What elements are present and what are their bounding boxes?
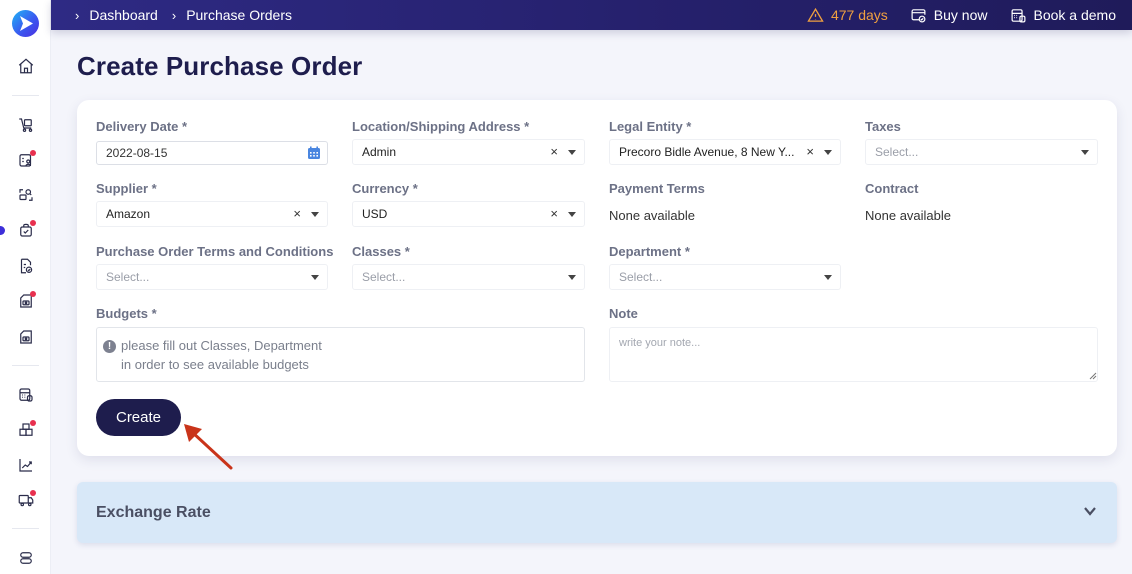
caret-down-icon[interactable]: [311, 212, 319, 217]
supplier-search-icon[interactable]: [15, 184, 37, 206]
location-select[interactable]: Admin ×: [352, 139, 585, 165]
budgets-message-line2: in order to see available budgets: [121, 357, 309, 372]
info-icon: !: [103, 340, 116, 353]
purchase-order-form: Delivery Date * 2022-08-15 Location/Ship…: [77, 100, 1117, 456]
sidebar-divider: [12, 95, 39, 96]
calendar-icon[interactable]: [307, 146, 321, 160]
clear-icon[interactable]: ×: [293, 206, 301, 221]
supplier-value: Amazon: [106, 207, 151, 221]
calendar-demo-icon: [1011, 8, 1025, 22]
settings-toggle-icon[interactable]: [15, 547, 37, 569]
buy-now-label: Buy now: [933, 7, 988, 23]
delivery-date-label: Delivery Date *: [96, 119, 188, 134]
clear-icon[interactable]: ×: [806, 144, 814, 159]
app-logo[interactable]: [12, 10, 39, 37]
taxes-label: Taxes: [865, 119, 901, 134]
sidebar-divider: [12, 528, 39, 529]
exchange-rate-section[interactable]: Exchange Rate: [77, 482, 1117, 543]
taxes-placeholder: Select...: [875, 145, 919, 159]
caret-down-icon[interactable]: [568, 150, 576, 155]
caret-down-icon[interactable]: [824, 150, 832, 155]
cart-icon[interactable]: [15, 114, 37, 136]
legal-entity-value: Precoro Bidle Avenue, 8 New Y...: [619, 145, 795, 159]
budget-calculator-icon[interactable]: [15, 384, 37, 406]
legal-entity-select[interactable]: Precoro Bidle Avenue, 8 New Y... ×: [609, 139, 841, 165]
location-value: Admin: [362, 145, 397, 159]
book-demo-label: Book a demo: [1033, 7, 1117, 23]
notification-dot: [30, 220, 36, 226]
create-button[interactable]: Create: [96, 399, 181, 436]
classes-select[interactable]: Select...: [352, 264, 585, 290]
breadcrumb: › Dashboard › Purchase Orders: [75, 7, 296, 23]
notification-dot: [30, 490, 36, 496]
clear-icon[interactable]: ×: [550, 206, 558, 221]
invoice-icon[interactable]: [15, 290, 37, 312]
budgets-message: please fill out Classes, Department in o…: [121, 336, 322, 374]
taxes-select[interactable]: Select...: [865, 139, 1098, 165]
topbar: › Dashboard › Purchase Orders 477 days B…: [51, 0, 1132, 30]
currency-value: USD: [362, 207, 388, 221]
budgets-field: ! please fill out Classes, Department in…: [96, 327, 585, 382]
classes-label: Classes *: [352, 244, 410, 259]
trial-days-indicator[interactable]: 477 days: [807, 7, 888, 24]
caret-down-icon[interactable]: [824, 275, 832, 280]
home-icon[interactable]: [15, 55, 37, 77]
contract-label: Contract: [865, 181, 919, 196]
terms-placeholder: Select...: [106, 270, 150, 284]
receipt-check-icon[interactable]: [15, 255, 37, 277]
book-demo-button[interactable]: Book a demo: [1010, 7, 1117, 24]
page-title: Create Purchase Order: [77, 51, 363, 81]
payments-icon[interactable]: [15, 326, 37, 348]
notification-dot: [30, 420, 36, 426]
analytics-chart-icon[interactable]: [15, 454, 37, 476]
notification-dot: [30, 291, 36, 297]
caret-down-icon[interactable]: [311, 275, 319, 280]
department-label: Department *: [609, 244, 690, 259]
delivery-date-value: 2022-08-15: [106, 146, 168, 160]
chevron-down-icon[interactable]: [1083, 504, 1097, 518]
delivery-date-input[interactable]: 2022-08-15: [96, 141, 328, 165]
supplier-label: Supplier *: [96, 181, 157, 196]
classes-placeholder: Select...: [362, 270, 406, 284]
trial-days-text: 477 days: [830, 7, 888, 23]
chevron-right-icon: ›: [171, 7, 177, 23]
delivery-truck-icon[interactable]: [15, 489, 37, 511]
caret-down-icon[interactable]: [568, 212, 576, 217]
breadcrumb-dashboard[interactable]: Dashboard: [89, 7, 158, 23]
currency-select[interactable]: USD ×: [352, 201, 585, 227]
resize-handle-icon[interactable]: [1089, 372, 1097, 380]
warning-icon: [807, 7, 824, 22]
legal-entity-label: Legal Entity *: [609, 119, 692, 134]
department-placeholder: Select...: [619, 270, 663, 284]
breadcrumb-purchase-orders[interactable]: Purchase Orders: [186, 7, 292, 23]
sidebar-divider: [12, 365, 39, 366]
exchange-rate-title: Exchange Rate: [96, 503, 211, 521]
payment-terms-label: Payment Terms: [609, 181, 705, 196]
purchase-orders-icon[interactable]: [15, 219, 37, 241]
caret-down-icon[interactable]: [568, 275, 576, 280]
contract-value: None available: [865, 208, 952, 223]
card-check-icon: [911, 8, 926, 22]
terms-label: Purchase Order Terms and Conditions: [96, 244, 334, 259]
clear-icon[interactable]: ×: [550, 144, 558, 159]
inventory-boxes-icon[interactable]: [15, 419, 37, 441]
payment-terms-value: None available: [609, 208, 696, 223]
supplier-select[interactable]: Amazon ×: [96, 201, 328, 227]
budgets-label: Budgets *: [96, 306, 157, 321]
approvals-icon[interactable]: [15, 149, 37, 171]
note-textarea[interactable]: [609, 327, 1098, 382]
department-select[interactable]: Select...: [609, 264, 841, 290]
terms-select[interactable]: Select...: [96, 264, 328, 290]
active-indicator: [0, 226, 5, 235]
currency-label: Currency *: [352, 181, 418, 196]
chevron-right-icon: ›: [75, 7, 80, 23]
sidebar: [0, 0, 51, 574]
annotation-arrow-icon: [184, 424, 233, 470]
note-label: Note: [609, 306, 638, 321]
notification-dot: [30, 150, 36, 156]
location-label: Location/Shipping Address *: [352, 119, 530, 134]
caret-down-icon[interactable]: [1081, 150, 1089, 155]
buy-now-button[interactable]: Buy now: [910, 7, 988, 24]
budgets-message-line1: please fill out Classes, Department: [121, 338, 322, 353]
